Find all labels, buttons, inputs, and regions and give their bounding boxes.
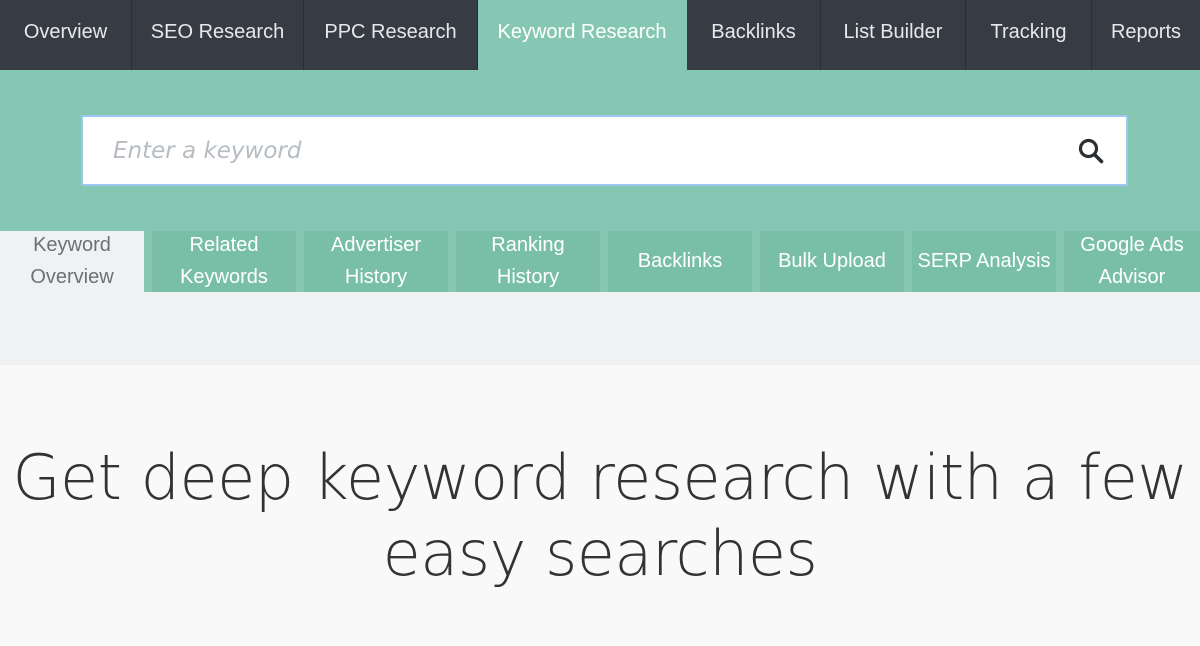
- tab-label-line1: Related: [189, 233, 259, 256]
- keyword-search-input[interactable]: [83, 117, 1056, 184]
- tab-backlinks[interactable]: Backlinks: [608, 231, 752, 292]
- tab-related-keywords[interactable]: Related Keywords: [152, 231, 296, 292]
- tab-label-line2: Keywords: [180, 265, 268, 288]
- nav-item-seo-research[interactable]: SEO Research: [132, 0, 304, 70]
- nav-item-list-builder[interactable]: List Builder: [821, 0, 966, 70]
- tab-label-line1: Ranking: [491, 233, 565, 256]
- hero-headline-line2: easy searches: [382, 517, 818, 590]
- tab-bulk-upload[interactable]: Bulk Upload: [760, 231, 904, 292]
- nav-item-keyword-research[interactable]: Keyword Research: [478, 0, 687, 70]
- tab-label: SERP Analysis: [917, 249, 1051, 272]
- tab-label: Bulk Upload: [778, 249, 886, 272]
- tab-label-line2: Advisor: [1098, 265, 1166, 288]
- keyword-subtabs: Keyword Overview Related Keywords Advert…: [0, 231, 1200, 292]
- tab-label: Backlinks: [637, 249, 723, 272]
- tab-label-line1: Advertiser: [330, 233, 422, 256]
- tab-label-line2: History: [344, 265, 408, 288]
- tab-label-line1: Keyword: [33, 233, 111, 256]
- tab-ranking-history[interactable]: Ranking History: [456, 231, 600, 292]
- nav-item-backlinks[interactable]: Backlinks: [687, 0, 821, 70]
- tab-keyword-overview[interactable]: Keyword Overview: [0, 231, 144, 292]
- tab-advertiser-history[interactable]: Advertiser History: [304, 231, 448, 292]
- hero-headline-line1: Get deep keyword research with a few: [12, 441, 1188, 514]
- keyword-search-box: [81, 115, 1128, 186]
- tab-google-ads-advisor[interactable]: Google Ads Advisor: [1064, 231, 1200, 292]
- nav-item-tracking[interactable]: Tracking: [966, 0, 1092, 70]
- nav-item-ppc-research[interactable]: PPC Research: [304, 0, 478, 70]
- content-header-strip: [0, 292, 1200, 365]
- tab-label-line2: Overview: [30, 265, 114, 288]
- hero-headline: Get deep keyword research with a few eas…: [0, 440, 1200, 592]
- tab-label-line1: Google Ads: [1080, 233, 1184, 256]
- nav-item-reports[interactable]: Reports: [1092, 0, 1200, 70]
- top-nav: Overview SEO Research PPC Research Keywo…: [0, 0, 1200, 70]
- tab-label-line2: History: [496, 265, 560, 288]
- nav-item-overview[interactable]: Overview: [0, 0, 132, 70]
- search-icon[interactable]: [1056, 117, 1126, 184]
- tab-serp-analysis[interactable]: SERP Analysis: [912, 231, 1056, 292]
